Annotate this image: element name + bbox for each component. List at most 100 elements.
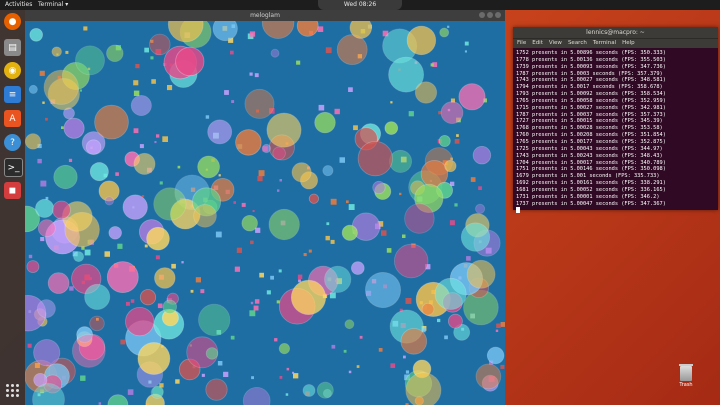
confetti xyxy=(45,117,48,121)
confetti xyxy=(80,375,86,381)
confetti xyxy=(144,244,148,248)
window-titlebar[interactable]: meloglam xyxy=(25,10,505,21)
confetti xyxy=(241,202,246,207)
files-icon[interactable]: ▤ xyxy=(4,39,21,56)
bubble xyxy=(85,139,102,155)
confetti xyxy=(171,263,176,269)
activities-button[interactable]: Activities xyxy=(5,1,32,8)
confetti xyxy=(195,277,201,283)
confetti xyxy=(278,269,282,273)
menu-file[interactable]: File xyxy=(517,39,526,48)
bubble xyxy=(149,33,171,56)
bubble xyxy=(205,347,219,360)
confetti xyxy=(348,370,352,374)
bubble xyxy=(47,272,70,294)
confetti xyxy=(356,365,360,368)
output-line: 1778 presents in 5.00136 seconds (FPS: 3… xyxy=(516,56,666,63)
confetti xyxy=(249,72,253,76)
terminal-icon[interactable]: >_ xyxy=(4,158,23,177)
confetti xyxy=(39,70,45,76)
bubble xyxy=(261,143,272,154)
bubble xyxy=(314,111,336,134)
confetti xyxy=(496,323,501,328)
writer-icon[interactable]: ≡ xyxy=(4,86,21,103)
bubble xyxy=(146,226,170,251)
trash-label: Trash xyxy=(679,382,693,388)
bubble xyxy=(37,219,56,238)
rhythmbox-icon[interactable]: ◉ xyxy=(4,62,21,79)
firefox-icon[interactable]: ● xyxy=(4,13,21,30)
bubble xyxy=(104,196,114,206)
confetti xyxy=(274,338,278,342)
menu-view[interactable]: View xyxy=(549,39,562,48)
render-canvas xyxy=(25,21,505,405)
confetti xyxy=(279,179,282,182)
bubble xyxy=(72,334,106,368)
clock[interactable]: Wed 08:26 xyxy=(318,0,402,10)
confetti xyxy=(139,144,144,149)
confetti xyxy=(130,299,135,303)
bubble xyxy=(270,48,280,58)
confetti xyxy=(79,89,82,92)
confetti xyxy=(325,235,330,241)
minimize-icon[interactable] xyxy=(479,12,485,18)
confetti xyxy=(326,222,330,226)
bubble xyxy=(372,180,386,195)
app-menu[interactable]: Terminal ▾ xyxy=(38,1,68,8)
menu-edit[interactable]: Edit xyxy=(532,39,543,48)
confetti xyxy=(444,335,448,340)
confetti xyxy=(386,248,392,253)
output-line: 1787 presents in 5.0003 seconds (FPS: 35… xyxy=(516,70,663,77)
confetti xyxy=(359,335,363,339)
confetti xyxy=(478,186,482,190)
bubble xyxy=(133,152,156,175)
trash[interactable]: Trash xyxy=(676,364,696,388)
bubble xyxy=(35,198,55,218)
bubble xyxy=(486,346,505,365)
confetti xyxy=(84,249,91,256)
bubble xyxy=(394,243,429,279)
recorder-icon[interactable]: ◼ xyxy=(4,182,21,199)
confetti xyxy=(133,80,139,86)
confetti xyxy=(223,371,229,377)
terminal-title: lennics@macpro: ~ xyxy=(586,29,645,36)
menu-help[interactable]: Help xyxy=(622,39,635,48)
dock: ● ▤ ◉ ≡ A ? >_ ◼ xyxy=(0,10,25,405)
terminal-output[interactable]: 1752 presents in 5.00896 seconds (FPS: 3… xyxy=(513,48,718,218)
confetti xyxy=(464,50,467,53)
confetti xyxy=(399,192,402,196)
maximize-icon[interactable] xyxy=(487,12,493,18)
top-bar: Activities Terminal ▾ Wed 08:26 xyxy=(0,0,720,10)
output-line: 1681 presents in 5.00052 seconds (FPS: 3… xyxy=(516,186,666,193)
bubble xyxy=(94,104,129,140)
menu-search[interactable]: Search xyxy=(568,39,587,48)
confetti xyxy=(437,318,441,323)
bubble xyxy=(296,21,319,37)
confetti xyxy=(257,176,263,182)
confetti xyxy=(127,389,134,395)
menu-terminal[interactable]: Terminal xyxy=(593,39,616,48)
confetti xyxy=(286,367,290,371)
help-icon[interactable]: ? xyxy=(4,134,21,151)
confetti xyxy=(430,63,434,67)
confetti xyxy=(98,402,102,405)
bubble xyxy=(29,28,43,42)
confetti xyxy=(495,329,499,332)
confetti xyxy=(42,101,45,104)
bubble xyxy=(198,303,231,336)
terminal-menubar: File Edit View Search Terminal Help xyxy=(513,38,718,48)
confetti xyxy=(162,136,168,142)
confetti xyxy=(403,355,406,359)
show-applications-icon[interactable] xyxy=(6,384,19,397)
bubble xyxy=(261,21,295,39)
confetti xyxy=(266,290,271,295)
software-icon[interactable]: A xyxy=(4,110,21,127)
terminal-titlebar[interactable]: lennics@macpro: ~ xyxy=(513,27,718,38)
bubble xyxy=(290,279,327,315)
confetti xyxy=(259,272,264,278)
confetti xyxy=(69,286,74,291)
bubble xyxy=(460,222,491,252)
confetti xyxy=(293,373,299,379)
close-icon[interactable] xyxy=(495,12,501,18)
confetti xyxy=(331,344,336,349)
